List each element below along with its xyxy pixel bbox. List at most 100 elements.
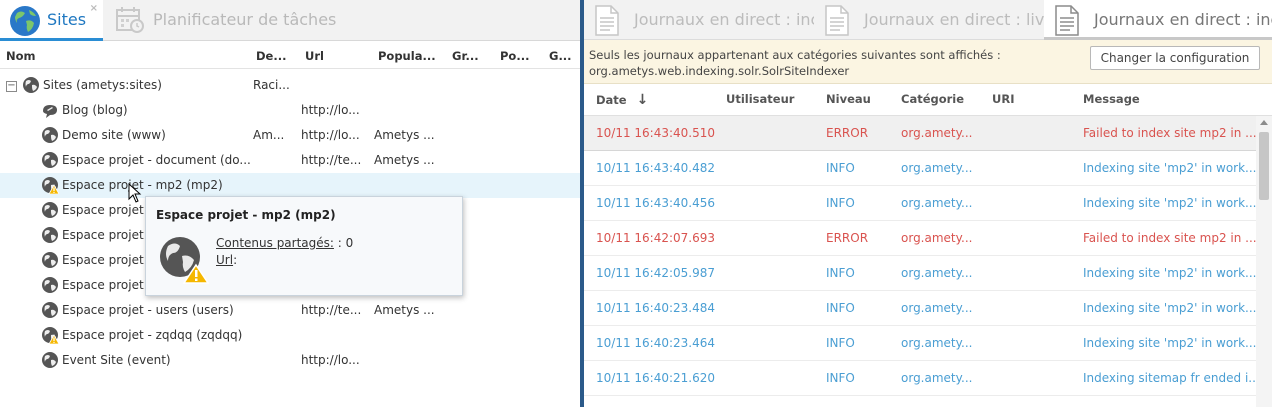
tree-row-popula: Ametys ... — [374, 303, 435, 317]
tree-row-name: Espace projet - — [62, 203, 152, 217]
log-date: 10/11 16:40:23.484 — [596, 301, 716, 315]
tree-row-de: Am... — [253, 128, 285, 142]
log-level: ERROR — [826, 126, 869, 140]
log-message: Indexing site 'mp2' in work... — [1083, 301, 1257, 315]
tree-row-name: Espace projet - — [62, 228, 152, 242]
tree-row[interactable]: Espace projet - document (do... http://te… — [0, 148, 580, 173]
col-gr[interactable]: Gr... — [452, 49, 479, 63]
log-level: INFO — [826, 336, 855, 350]
mouse-cursor-icon — [128, 183, 142, 203]
log-category: org.amety... — [901, 301, 973, 315]
col-message[interactable]: Message — [1083, 92, 1140, 106]
change-configuration-button[interactable]: Changer la configuration — [1090, 46, 1260, 70]
tree-row[interactable]: Espace projet - zqdqq (zqdqq) — [0, 323, 580, 348]
log-level: INFO — [826, 161, 855, 175]
tooltip-url-label: Url — [216, 253, 234, 267]
col-date-label: Date — [596, 93, 627, 107]
log-date: 10/11 16:43:40.510 — [596, 126, 716, 140]
log-row[interactable]: 10/11 16:43:40.456 INFO org.amety... Indexi… — [584, 186, 1256, 221]
sites-panel: Sites × Planificateur de tâches Nom De..… — [0, 0, 580, 407]
log-row[interactable]: 10/11 16:43:40.510 ERROR org.amety... Faile… — [584, 116, 1257, 151]
sites-tabbar: Sites × Planificateur de tâches — [0, 0, 580, 41]
globe-icon — [10, 6, 40, 36]
col-po[interactable]: Po... — [500, 49, 529, 63]
tree-row-url: http://lo... — [301, 128, 360, 142]
blog-icon — [43, 105, 57, 118]
tooltip-title: Espace projet - mp2 (mp2) — [156, 208, 336, 222]
logs-panel: Journaux en direct : inc Journaux en dir… — [584, 0, 1272, 407]
tab-planificateur[interactable]: Planificateur de tâches — [110, 0, 340, 41]
tree-root-de: Raci... — [253, 78, 290, 92]
tree-row[interactable]: Blog (blog) http://lo... — [0, 98, 580, 123]
tab-planificateur-label: Planificateur de tâches — [153, 10, 337, 29]
close-icon[interactable]: × — [90, 3, 98, 14]
col-popula[interactable]: Popula... — [378, 49, 436, 63]
tooltip-shared-contents: Contenus partagés: : 0 — [216, 236, 353, 250]
log-date: 10/11 16:43:40.456 — [596, 196, 716, 210]
col-date[interactable]: Date ↓ — [596, 92, 648, 108]
col-uri[interactable]: URI — [992, 92, 1014, 106]
globe-icon — [42, 127, 58, 143]
globe-icon — [42, 152, 58, 168]
globe-icon — [42, 352, 58, 368]
tree-row-name: Demo site (www) — [62, 128, 166, 142]
tree-row[interactable]: Espace projet - mp2 (mp2) — [0, 173, 580, 198]
tree-row-url: http://lo... — [301, 103, 360, 117]
tree-row-name: Event Site (event) — [62, 353, 171, 367]
tab-journaux-2[interactable]: Journaux en direct : liv — [814, 0, 1044, 40]
tree-row-name: Blog (blog) — [62, 103, 128, 117]
log-message: Indexing site 'mp2' in work... — [1083, 336, 1257, 350]
log-row[interactable]: 10/11 16:40:23.484 INFO org.amety... Indexi… — [584, 291, 1256, 326]
tree-row-name: Espace projet - — [62, 253, 152, 267]
scroll-up-icon[interactable] — [1260, 120, 1268, 125]
tooltip-shared-value: : 0 — [333, 236, 354, 250]
site-tooltip: Espace projet - mp2 (mp2) Contenus parta… — [145, 196, 463, 296]
tree-root-label: Sites (ametys:sites) — [43, 78, 162, 92]
tree-root-row[interactable]: − Sites (ametys:sites) Raci... — [0, 73, 580, 98]
col-de[interactable]: De... — [256, 49, 286, 63]
col-categorie[interactable]: Catégorie — [901, 92, 964, 106]
document-icon — [825, 5, 849, 36]
scrollbar-thumb[interactable] — [1259, 132, 1269, 200]
log-message: Failed to index site mp2 in ... — [1083, 126, 1257, 140]
log-row[interactable]: 10/11 16:40:21.620 INFO org.amety... Indexi… — [584, 361, 1260, 396]
log-date: 10/11 16:43:40.482 — [596, 161, 716, 175]
tree-row[interactable]: Event Site (event) http://lo... — [0, 348, 580, 373]
tab-sites[interactable]: Sites × — [0, 0, 103, 41]
log-date: 10/11 16:40:23.464 — [596, 336, 716, 350]
tree-row[interactable]: Demo site (www) Am... http://lo... Ametys .… — [0, 123, 580, 148]
log-row[interactable]: 10/11 16:40:23.464 INFO org.amety... Indexi… — [584, 326, 1256, 361]
log-row[interactable]: 10/11 16:42:07.693 ERROR org.amety... Faile… — [584, 221, 1257, 256]
tab-journaux-1[interactable]: Journaux en direct : inc — [584, 0, 814, 40]
tab-sites-label: Sites — [47, 10, 87, 29]
tooltip-url: Url: — [216, 253, 237, 267]
tab-journaux-3[interactable]: Journaux en direct : inc — [1044, 0, 1272, 40]
log-category: org.amety... — [901, 126, 973, 140]
logs-vertical-scrollbar[interactable] — [1256, 116, 1272, 407]
tree-row-url: http://te... — [301, 153, 362, 167]
tab-journaux-3-label: Journaux en direct : inc — [1094, 10, 1272, 29]
tree-row-name: Espace projet - zqdqq (zqdqq) — [62, 328, 243, 342]
globe-warning-icon — [42, 177, 59, 194]
log-category: org.amety... — [901, 161, 973, 175]
filter-info-message: Seuls les journaux appartenant aux catég… — [589, 47, 1001, 79]
col-g[interactable]: G... — [549, 49, 572, 63]
sites-grid-header: Nom De... Url Popula... Gr... Po... G... — [0, 45, 580, 69]
logs-grid-header: Date ↓ Utilisateur Niveau Catégorie URI … — [584, 84, 1272, 116]
col-niveau[interactable]: Niveau — [826, 92, 871, 106]
col-nom[interactable]: Nom — [6, 49, 36, 63]
tree-row-url: http://te... — [301, 303, 362, 317]
document-icon — [1055, 5, 1079, 36]
col-utilisateur[interactable]: Utilisateur — [726, 92, 794, 106]
log-message: Indexing sitemap fr ended i... — [1083, 371, 1260, 385]
log-row[interactable]: 10/11 16:43:40.482 INFO org.amety... Indexi… — [584, 151, 1256, 186]
log-row[interactable]: 10/11 16:42:05.987 INFO org.amety... Indexi… — [584, 256, 1256, 291]
globe-warning-icon — [42, 327, 59, 344]
log-date: 10/11 16:42:07.693 — [596, 231, 716, 245]
globe-icon — [23, 77, 39, 93]
tree-row[interactable]: Espace projet - users (users) http://te..… — [0, 298, 580, 323]
collapse-icon[interactable]: − — [6, 81, 17, 92]
log-level: INFO — [826, 266, 855, 280]
col-url[interactable]: Url — [305, 49, 324, 63]
tab-journaux-2-label: Journaux en direct : liv — [864, 10, 1044, 29]
